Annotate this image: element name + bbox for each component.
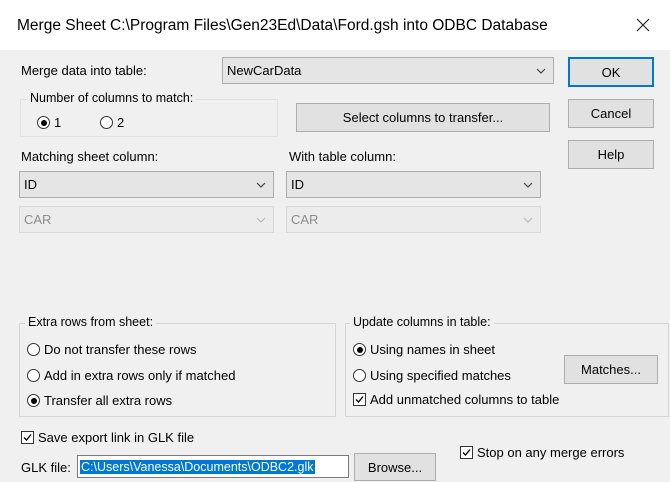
transfer-all-label: Transfer all extra rows bbox=[44, 393, 173, 408]
add-unmatched-label: Add unmatched columns to table bbox=[370, 392, 560, 407]
sheet-column-select-2: CAR bbox=[19, 206, 274, 233]
table-column-value-1: ID bbox=[291, 177, 304, 192]
save-link-checkbox[interactable]: Save export link in GLK file bbox=[21, 430, 194, 445]
table-column-label: With table column: bbox=[289, 149, 396, 164]
close-icon bbox=[636, 18, 650, 32]
add-if-matched-radio[interactable]: Add in extra rows only if matched bbox=[27, 368, 235, 383]
do-not-transfer-label: Do not transfer these rows bbox=[44, 342, 197, 357]
matches-button[interactable]: Matches... bbox=[564, 355, 658, 384]
ok-button[interactable]: OK bbox=[568, 57, 654, 87]
update-columns-title: Update columns in table: bbox=[350, 315, 494, 329]
checkmark-icon bbox=[355, 396, 364, 403]
merge-table-value: NewCarData bbox=[227, 63, 302, 78]
using-names-label: Using names in sheet bbox=[370, 342, 496, 357]
glk-file-value: C:\Users\Vanessa\Documents\ODBC2.glk bbox=[80, 459, 315, 474]
do-not-transfer-radio[interactable]: Do not transfer these rows bbox=[27, 342, 196, 357]
sheet-column-value-2: CAR bbox=[24, 212, 52, 227]
match-2-radio[interactable]: 2 bbox=[100, 115, 124, 130]
merge-table-label: Merge data into table: bbox=[21, 63, 147, 78]
save-link-label: Save export link in GLK file bbox=[38, 430, 195, 445]
checkbox-checked bbox=[460, 446, 473, 459]
merge-table-select[interactable]: NewCarData bbox=[222, 57, 554, 84]
sheet-column-value-1: ID bbox=[24, 177, 37, 192]
browse-button[interactable]: Browse... bbox=[354, 453, 436, 481]
cancel-button[interactable]: Cancel bbox=[568, 99, 654, 128]
using-matches-label: Using specified matches bbox=[370, 368, 511, 383]
dialog-title: Merge Sheet C:\Program Files\Gen23Ed\Dat… bbox=[17, 17, 548, 34]
table-column-select-1[interactable]: ID bbox=[286, 171, 541, 198]
sheet-column-select-1[interactable]: ID bbox=[19, 171, 274, 198]
chevron-down-icon bbox=[523, 182, 533, 188]
match-2-label: 2 bbox=[117, 115, 125, 130]
radio-selected-icon bbox=[353, 343, 366, 356]
checkbox-checked bbox=[353, 393, 366, 406]
radio-selected-icon bbox=[27, 394, 40, 407]
glk-file-label: GLK file: bbox=[21, 460, 71, 475]
extra-rows-title: Extra rows from sheet: bbox=[25, 315, 157, 329]
checkmark-icon bbox=[23, 434, 32, 441]
close-button[interactable] bbox=[616, 0, 670, 50]
using-matches-radio[interactable]: Using specified matches bbox=[353, 368, 511, 383]
transfer-all-radio[interactable]: Transfer all extra rows bbox=[27, 393, 172, 408]
chevron-down-icon bbox=[256, 217, 266, 223]
using-names-radio[interactable]: Using names in sheet bbox=[353, 342, 495, 357]
table-column-value-2: CAR bbox=[291, 212, 319, 227]
matching-sheet-label: Matching sheet column: bbox=[21, 149, 159, 164]
radio-selected-icon bbox=[37, 116, 50, 129]
table-column-select-2: CAR bbox=[286, 206, 541, 233]
match-1-radio[interactable]: 1 bbox=[37, 115, 61, 130]
columns-to-match-title: Number of columns to match: bbox=[27, 91, 197, 105]
help-button[interactable]: Help bbox=[568, 140, 654, 169]
glk-file-input[interactable]: C:\Users\Vanessa\Documents\ODBC2.glk bbox=[77, 455, 349, 478]
stop-on-errors-label: Stop on any merge errors bbox=[477, 445, 625, 460]
add-if-matched-label: Add in extra rows only if matched bbox=[44, 368, 236, 383]
select-columns-button[interactable]: Select columns to transfer... bbox=[296, 103, 550, 132]
radio-unselected-icon bbox=[100, 116, 113, 129]
checkbox-checked bbox=[21, 431, 34, 444]
match-1-label: 1 bbox=[54, 115, 62, 130]
add-unmatched-checkbox[interactable]: Add unmatched columns to table bbox=[353, 392, 559, 407]
chevron-down-icon bbox=[523, 217, 533, 223]
radio-unselected-icon bbox=[27, 369, 40, 382]
checkmark-icon bbox=[462, 449, 471, 456]
stop-on-errors-checkbox[interactable]: Stop on any merge errors bbox=[460, 445, 624, 460]
chevron-down-icon bbox=[256, 182, 266, 188]
title-bar: Merge Sheet C:\Program Files\Gen23Ed\Dat… bbox=[0, 0, 670, 51]
chevron-down-icon bbox=[536, 68, 546, 74]
radio-unselected-icon bbox=[27, 343, 40, 356]
radio-unselected-icon bbox=[353, 369, 366, 382]
